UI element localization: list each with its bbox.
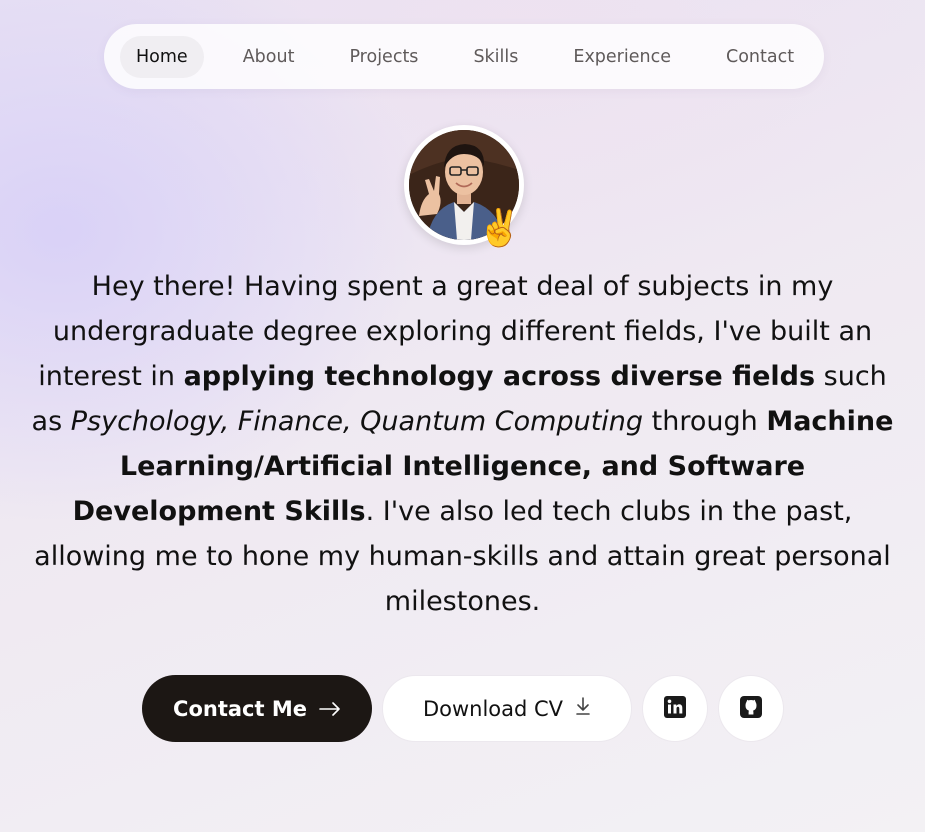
download-icon (575, 696, 591, 721)
intro-text: through (643, 406, 767, 437)
nav-item-experience[interactable]: Experience (557, 36, 687, 78)
download-cv-button[interactable]: Download CV (382, 675, 632, 742)
linkedin-button[interactable] (642, 675, 708, 742)
contact-me-label: Contact Me (173, 696, 307, 721)
contact-me-button[interactable]: Contact Me (142, 675, 372, 742)
nav-item-skills[interactable]: Skills (457, 36, 534, 78)
peace-hand-emoji-icon: ✌️ (477, 208, 522, 249)
avatar-container: ✌️ (404, 125, 524, 249)
nav-item-home[interactable]: Home (120, 35, 204, 78)
linkedin-icon (663, 695, 687, 723)
github-button[interactable] (718, 675, 784, 742)
intro-highlight: applying technology across diverse field… (183, 361, 816, 392)
nav-item-about[interactable]: About (227, 36, 311, 78)
arrow-right-icon (319, 697, 341, 721)
intro-paragraph: Hey there! Having spent a great deal of … (30, 264, 895, 624)
download-cv-label: Download CV (422, 696, 564, 721)
nav-item-projects[interactable]: Projects (333, 36, 434, 78)
top-nav: Home About Projects Skills Experience Co… (104, 24, 824, 89)
github-icon (739, 695, 763, 723)
intro-fields: Psychology, Finance, Quantum Computing (70, 406, 644, 437)
nav-item-contact[interactable]: Contact (710, 36, 810, 78)
